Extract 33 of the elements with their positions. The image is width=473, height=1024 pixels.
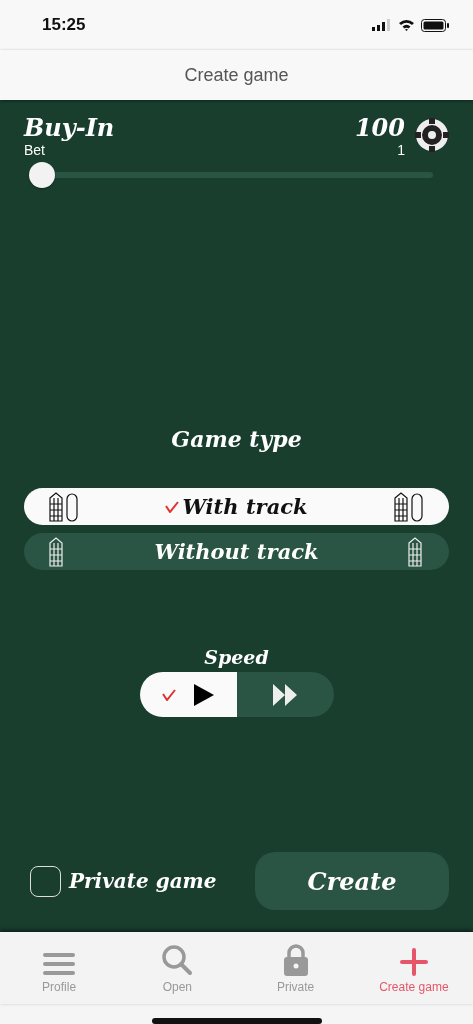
- bet-value: 1: [397, 142, 405, 158]
- page-title: Create game: [184, 64, 289, 86]
- slider-thumb[interactable]: [29, 162, 55, 188]
- battery-icon: [421, 18, 449, 32]
- lock-icon: [282, 944, 309, 976]
- search-icon: [161, 944, 194, 976]
- private-game-label[interactable]: Private game: [69, 869, 217, 893]
- menu-icon: [43, 952, 76, 976]
- speed-option[interactable]: [139, 672, 237, 717]
- buy-in-value: 100: [354, 114, 405, 142]
- game-type-option[interactable]: With track: [24, 488, 449, 525]
- game-type-title: Game type: [171, 426, 302, 452]
- fast-forward-icon: [273, 683, 297, 706]
- wifi-icon: [398, 19, 415, 31]
- bet-slider[interactable]: [29, 162, 433, 188]
- create-button[interactable]: Create: [255, 852, 449, 910]
- chip-icon[interactable]: [415, 118, 449, 152]
- buy-in-title: Buy-In: [24, 114, 115, 142]
- bet-label: Bet: [24, 142, 46, 158]
- play-icon: [194, 683, 214, 706]
- private-checkbox[interactable]: [30, 865, 61, 897]
- board-icon: [407, 536, 425, 567]
- speed-option[interactable]: [236, 672, 334, 717]
- check-icon: [165, 500, 180, 513]
- check-icon: [162, 688, 176, 701]
- board-icon: [48, 536, 66, 567]
- board-track-icon: [393, 491, 425, 522]
- signal-icon: [372, 19, 392, 31]
- speed-title: Speed: [204, 646, 269, 668]
- plus-icon: [399, 948, 428, 976]
- board-track-icon: [48, 491, 80, 522]
- status-time: 15:25: [42, 15, 86, 35]
- game-type-option[interactable]: Without track: [24, 533, 449, 570]
